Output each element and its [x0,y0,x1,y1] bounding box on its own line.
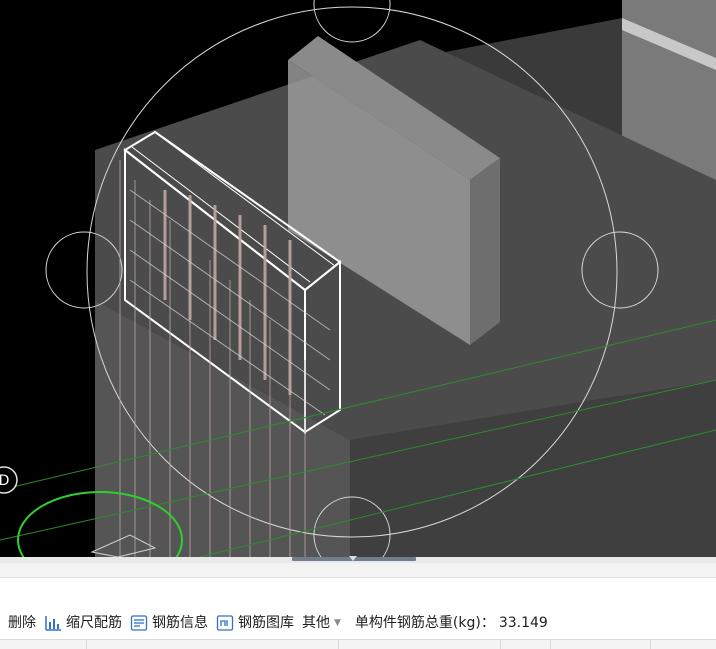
info-list-icon [130,615,148,631]
bar-chart-icon [45,616,61,631]
total-weight-value: 33.149 [498,615,548,631]
total-weight-label: 单构件钢筋总重(kg)： [354,615,495,631]
orbit-handle-top[interactable] [313,0,391,43]
rebar-library-button[interactable]: 钢筋图库 [216,614,294,632]
other-dropdown[interactable]: 其他 ▼ [302,614,341,632]
delete-label: 删除 [8,615,36,631]
3d-scene[interactable]: D [0,0,716,557]
collapse-arrow-icon[interactable] [349,556,357,561]
3d-viewport[interactable]: D [0,0,716,557]
panel-spacer [0,578,716,607]
scale-rebar-button[interactable]: 缩尺配筋 [44,614,122,632]
column-block-side [470,158,500,345]
axis-marker-label: D [0,473,9,489]
panel-header-band [0,563,716,578]
dropdown-caret-icon: ▼ [334,618,341,628]
scale-rebar-label: 缩尺配筋 [66,615,122,631]
rebar-toolbar: 删除 缩尺配筋 钢筋信息 钢筋图库 其他 ▼ 单构件钢筋总重(kg)： 33.1… [0,607,716,639]
rebar-info-button[interactable]: 钢筋信息 [130,614,208,632]
rebar-library-label: 钢筋图库 [238,615,294,631]
other-label: 其他 [302,615,330,631]
delete-button[interactable]: 删除 [8,614,36,632]
library-icon [216,615,234,631]
rebar-info-label: 钢筋信息 [152,615,208,631]
